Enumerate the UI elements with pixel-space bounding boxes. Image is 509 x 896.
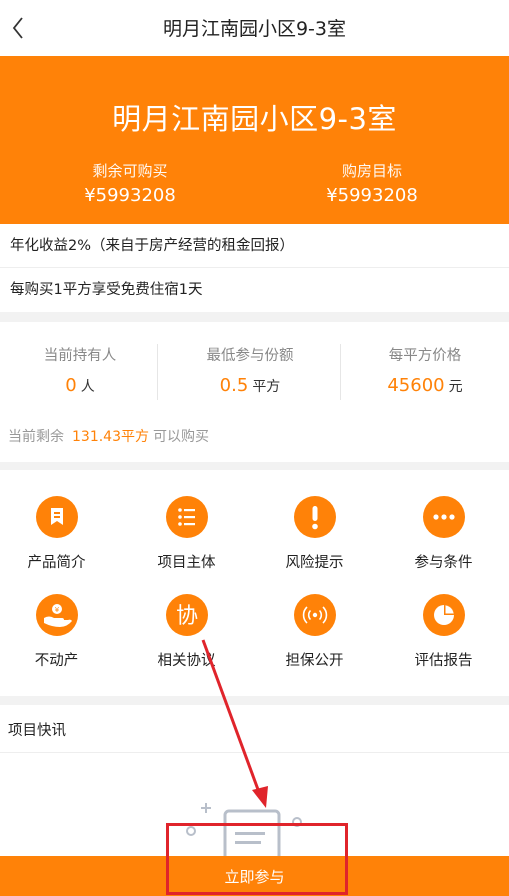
annotation-arrow <box>201 639 268 808</box>
annotation-highlight-box <box>166 823 348 895</box>
